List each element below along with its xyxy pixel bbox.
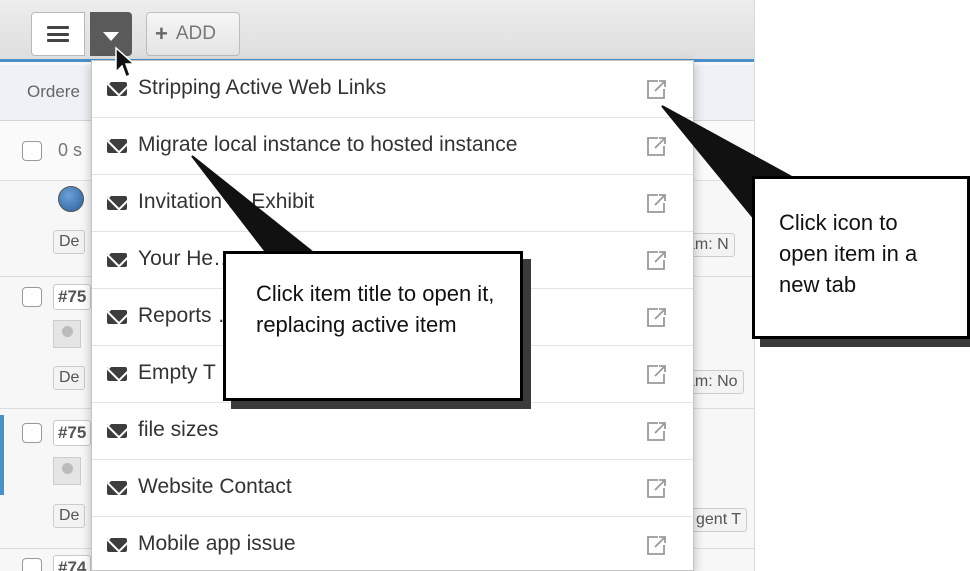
envelope-icon: [107, 481, 127, 495]
plus-icon: +: [155, 21, 168, 46]
globe-icon: [58, 186, 84, 212]
menu-button[interactable]: [31, 12, 85, 56]
callout-icon-tip-text: Click icon to open item in a new tab: [779, 210, 918, 297]
envelope-icon: [107, 139, 127, 153]
envelope-icon: [107, 424, 127, 438]
envelope-icon: [107, 82, 127, 96]
open-in-new-tab-icon[interactable]: [644, 420, 668, 444]
dropdown-item[interactable]: file sizes: [92, 403, 693, 460]
dropdown-item[interactable]: Mobile app issue: [92, 517, 693, 570]
open-in-new-tab-icon[interactable]: [644, 78, 668, 102]
dropdown-item[interactable]: Website Contact: [92, 460, 693, 517]
dropdown-item-title[interactable]: Invitation to Exhibit: [138, 190, 314, 214]
open-in-new-tab-icon[interactable]: [644, 192, 668, 216]
dropdown-item[interactable]: Invitation to Exhibit: [92, 175, 693, 232]
selection-count: 0 s: [58, 140, 83, 160]
open-in-new-tab-icon[interactable]: [644, 534, 668, 558]
dropdown-item[interactable]: Migrate local instance to hosted instanc…: [92, 118, 693, 175]
caret-down-icon: [103, 32, 119, 41]
dropdown-item-title[interactable]: Website Contact: [138, 475, 292, 499]
ticket-tag: De: [53, 366, 86, 390]
open-in-new-tab-icon[interactable]: [644, 306, 668, 330]
open-in-new-tab-icon[interactable]: [644, 249, 668, 273]
dropdown-item-title[interactable]: Stripping Active Web Links: [138, 76, 386, 100]
ticket-number[interactable]: #74: [53, 555, 92, 571]
hamburger-icon: [47, 26, 69, 42]
dropdown-item-title[interactable]: file sizes: [138, 418, 219, 442]
envelope-icon: [107, 310, 127, 324]
envelope-icon: [107, 367, 127, 381]
open-in-new-tab-icon[interactable]: [644, 477, 668, 501]
ticket-right-tag: gent T: [690, 508, 748, 532]
envelope-icon: [107, 538, 127, 552]
sort-label[interactable]: Ordere: [27, 82, 80, 102]
ticket-checkbox[interactable]: [22, 423, 42, 443]
ticket-number[interactable]: #75: [53, 420, 92, 446]
callout-title-tip-text: Click item title to open it, replacing a…: [256, 281, 495, 337]
add-button-label: ADD: [175, 23, 216, 44]
mouse-cursor-icon: [115, 46, 136, 79]
avatar: [53, 457, 81, 485]
avatar: [53, 320, 81, 348]
envelope-icon: [107, 196, 127, 210]
active-row-marker: [0, 415, 4, 495]
select-all-checkbox[interactable]: [22, 141, 42, 161]
add-button[interactable]: + ADD: [146, 12, 240, 56]
callout-title-tip: Click item title to open it, replacing a…: [223, 251, 523, 401]
open-in-new-tab-icon[interactable]: [644, 135, 668, 159]
callout-icon-tip: Click icon to open item in a new tab: [752, 176, 970, 339]
dropdown-item[interactable]: Stripping Active Web Links: [92, 61, 693, 118]
open-in-new-tab-icon[interactable]: [644, 363, 668, 387]
ticket-tag: De: [53, 504, 86, 528]
ticket-checkbox[interactable]: [22, 558, 42, 571]
envelope-icon: [107, 253, 127, 267]
ticket-checkbox[interactable]: [22, 287, 42, 307]
ticket-tag: De: [53, 230, 86, 254]
ticket-number[interactable]: #75: [53, 284, 92, 310]
dropdown-item-title[interactable]: Mobile app issue: [138, 532, 296, 556]
dropdown-item-title[interactable]: Empty T: [138, 361, 216, 385]
dropdown-item-title[interactable]: Migrate local instance to hosted instanc…: [138, 133, 517, 157]
